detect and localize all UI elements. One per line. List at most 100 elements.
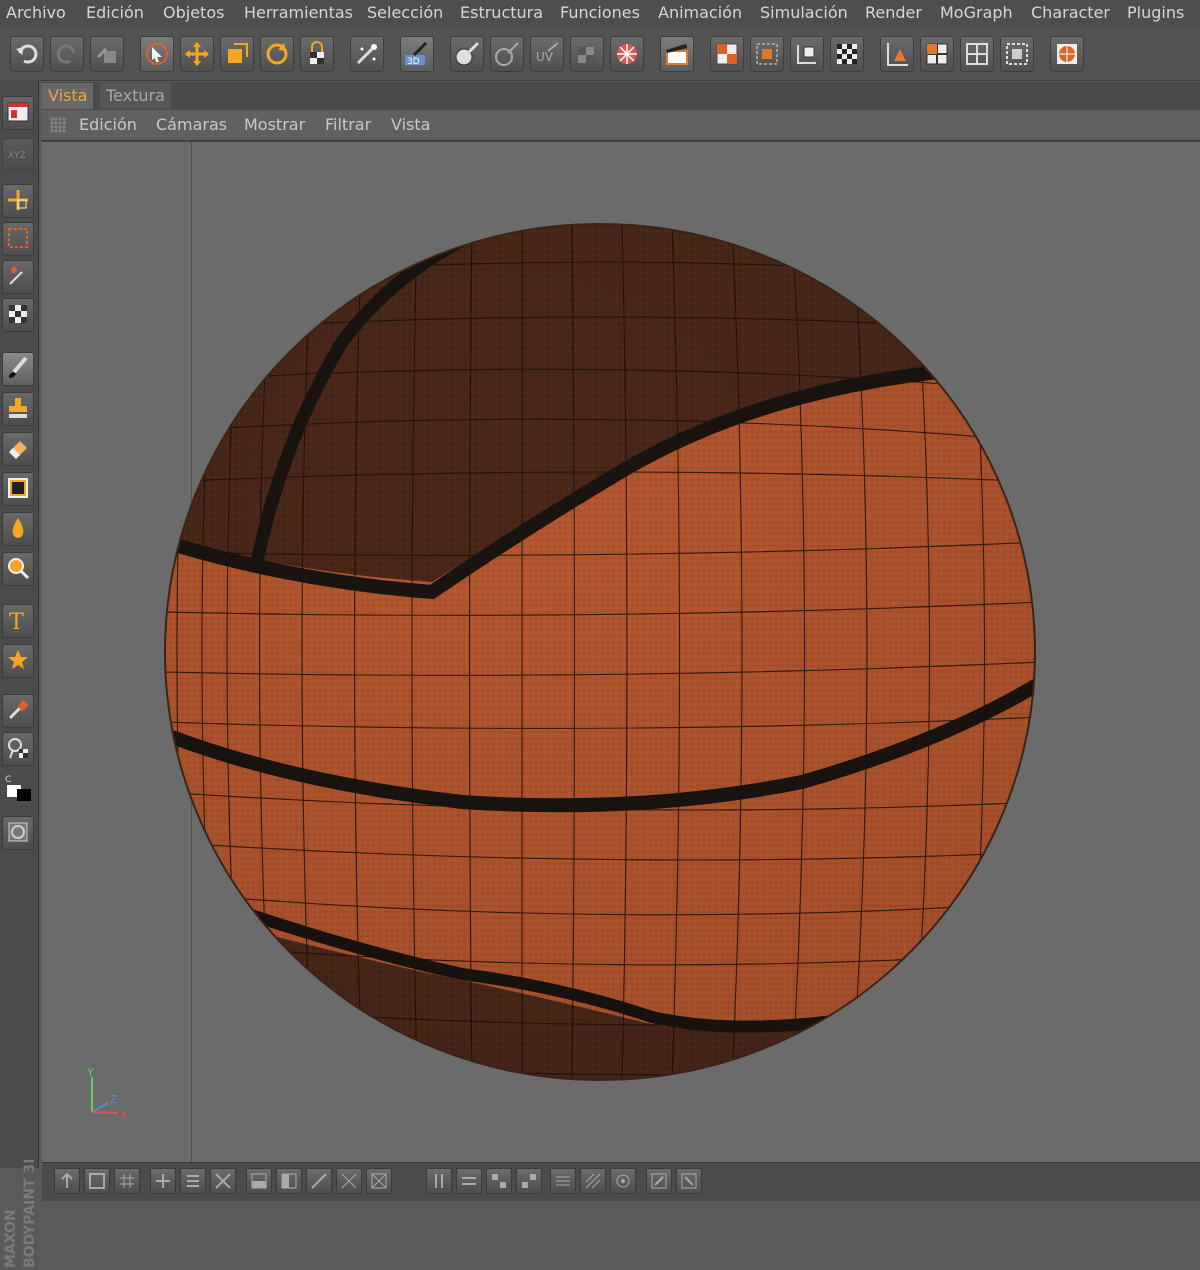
menu-funciones[interactable]: Funciones	[560, 2, 640, 24]
xyz-toggle[interactable]: XYZ	[2, 138, 34, 170]
menu-seleccion[interactable]: Selección	[367, 2, 443, 24]
texture-transform-icon	[9, 305, 27, 323]
menu-objetos[interactable]: Objetos	[163, 2, 224, 24]
rotate-tool-button[interactable]	[260, 36, 294, 72]
uv-paint-button[interactable]: UV	[530, 36, 564, 72]
layer-button-3[interactable]	[790, 36, 824, 72]
axis-layer-icon	[797, 45, 816, 64]
menu-simulacion[interactable]: Simulación	[760, 2, 848, 24]
view-layout-button[interactable]	[2, 96, 34, 130]
menu-character[interactable]: Character	[1031, 2, 1110, 24]
brush-tool-button[interactable]	[2, 352, 34, 386]
bottom-tool-14[interactable]	[486, 1168, 512, 1194]
bottom-tool-3[interactable]	[114, 1168, 140, 1194]
transform-texture-button[interactable]	[2, 298, 34, 332]
fill-gradient-button[interactable]	[2, 472, 34, 506]
bottom-tool-13[interactable]	[456, 1168, 482, 1194]
bottom-tool-5[interactable]	[180, 1168, 206, 1194]
tab-textura[interactable]: Textura	[100, 83, 171, 109]
redo-button[interactable]	[50, 36, 84, 72]
viewmenu-camaras[interactable]: Cámaras	[156, 114, 227, 136]
layer-button-2[interactable]	[750, 36, 784, 72]
bottom-tool-4[interactable]	[150, 1168, 176, 1194]
star-icon	[8, 650, 28, 669]
bottom-tool-8[interactable]	[276, 1168, 302, 1194]
eraser-button[interactable]	[2, 432, 34, 466]
bottom-tool-11[interactable]	[366, 1168, 392, 1194]
menu-estructura[interactable]: Estructura	[460, 2, 543, 24]
projection-paint-button[interactable]	[490, 36, 524, 72]
eyedropper-button[interactable]	[2, 694, 34, 728]
zoom-tool-button[interactable]	[2, 552, 34, 586]
bottom-tool-1[interactable]	[54, 1168, 80, 1194]
panel-grip-icon[interactable]	[50, 117, 66, 133]
eyedropper-icon	[8, 700, 29, 720]
viewmenu-edicion[interactable]: Edición	[79, 114, 137, 136]
menu-archivo[interactable]: Archivo	[6, 2, 66, 24]
lock-axis-button[interactable]	[300, 36, 334, 72]
magic-wand-button[interactable]	[350, 36, 384, 72]
text-tool-button[interactable]: T	[2, 604, 34, 638]
zoom-checker-button[interactable]	[2, 732, 34, 766]
layer-button-1[interactable]	[710, 36, 744, 72]
rect-select-button[interactable]	[2, 222, 34, 256]
bottom-tool-19[interactable]	[646, 1168, 672, 1194]
tab-vista[interactable]: Vista	[42, 83, 94, 109]
window-layout-icon	[7, 102, 29, 122]
bottom-tool-12[interactable]	[426, 1168, 452, 1194]
svg-text:XYZ: XYZ	[8, 151, 26, 161]
render-view-button[interactable]	[660, 36, 694, 72]
viewmenu-vista[interactable]: Vista	[391, 114, 430, 136]
menu-bar: Archivo Edición Objetos Herramientas Sel…	[0, 0, 1200, 29]
menu-animacion[interactable]: Animación	[658, 2, 742, 24]
brand-maker: MAXON	[3, 1209, 19, 1268]
texture-render-button[interactable]	[610, 36, 644, 72]
bottom-tool-2[interactable]	[84, 1168, 110, 1194]
layer-button-4[interactable]	[830, 36, 864, 72]
bottom-tool-18[interactable]	[610, 1168, 636, 1194]
layer-mask-button[interactable]	[2, 816, 34, 850]
reset-icon	[96, 47, 116, 63]
reset-button[interactable]	[90, 36, 124, 72]
layout-button-2[interactable]	[960, 36, 994, 72]
bottom-tool-17[interactable]	[580, 1168, 606, 1194]
viewport-menu-bar: Edición Cámaras Mostrar Filtrar Vista	[42, 110, 1200, 141]
menu-render[interactable]: Render	[865, 2, 922, 24]
magic-select-button[interactable]	[2, 260, 34, 294]
paint-setup-button[interactable]	[450, 36, 484, 72]
menu-herramientas[interactable]: Herramientas	[244, 2, 353, 24]
clone-stamp-button[interactable]	[2, 392, 34, 426]
menu-mograph[interactable]: MoGraph	[940, 2, 1013, 24]
bottom-tool-7[interactable]	[246, 1168, 272, 1194]
move-tool-button[interactable]	[180, 36, 214, 72]
bottom-tool-16[interactable]	[550, 1168, 576, 1194]
viewmenu-filtrar[interactable]: Filtrar	[325, 114, 371, 136]
3d-viewport[interactable]: Y Z X	[42, 141, 1200, 1162]
rows-icon	[462, 1177, 476, 1185]
paint-3d-button[interactable]: 3D	[400, 36, 434, 72]
paint-brush-3d-icon: 3D	[405, 41, 428, 67]
shape-tool-button[interactable]	[2, 644, 34, 678]
color-swatches[interactable]: C	[2, 770, 34, 804]
blur-button[interactable]	[2, 512, 34, 546]
scale-tool-button[interactable]	[220, 36, 254, 72]
layout-button-3[interactable]	[1000, 36, 1034, 72]
axis-tool-button[interactable]	[880, 36, 914, 72]
menu-edicion[interactable]: Edición	[86, 2, 144, 24]
bottom-tool-9[interactable]	[306, 1168, 332, 1194]
menu-plugins[interactable]: Plugins	[1127, 2, 1184, 24]
uv-checker-button[interactable]	[570, 36, 604, 72]
undo-button[interactable]	[10, 36, 44, 72]
live-selection-button[interactable]	[140, 36, 174, 72]
bottom-tool-15[interactable]	[516, 1168, 542, 1194]
move-points-button[interactable]	[2, 184, 34, 218]
bottom-tool-10[interactable]	[336, 1168, 362, 1194]
uv-icon: UV	[536, 42, 559, 64]
viewmenu-mostrar[interactable]: Mostrar	[244, 114, 305, 136]
axis-label-y: Y	[86, 1067, 94, 1079]
half-square-icon	[251, 1173, 267, 1189]
bottom-tool-6[interactable]	[210, 1168, 236, 1194]
layout-button-1[interactable]	[920, 36, 954, 72]
bottom-tool-20[interactable]	[676, 1168, 702, 1194]
material-button[interactable]	[1050, 36, 1084, 72]
